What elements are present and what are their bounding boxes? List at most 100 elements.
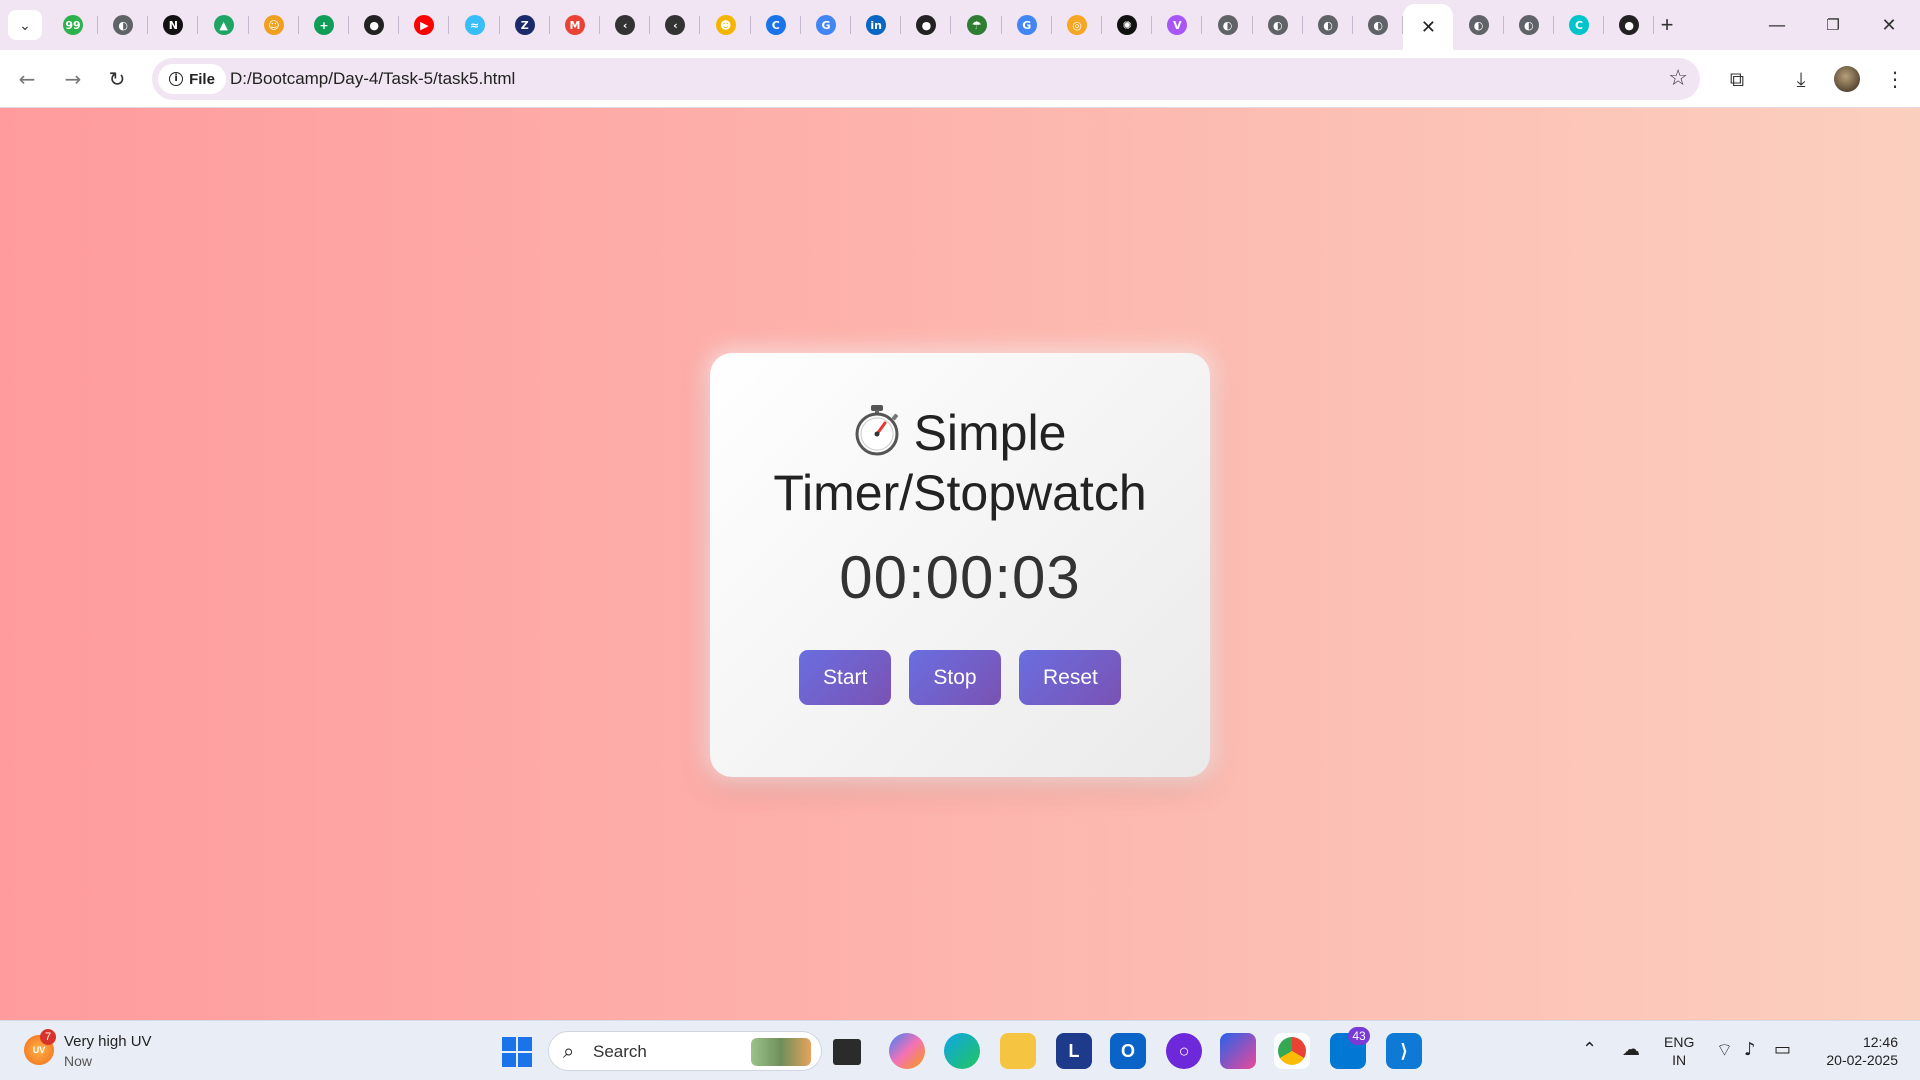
browser-tab[interactable]: in <box>851 6 902 44</box>
globe-icon: ◐ <box>1368 15 1389 35</box>
google-icon: G <box>816 15 836 35</box>
file-explorer-icon[interactable] <box>1000 1033 1036 1069</box>
browser-tab[interactable]: ● <box>1604 6 1655 44</box>
url-text[interactable]: D:/Bootcamp/Day-4/Task-5/task5.html <box>230 69 515 89</box>
cookie-icon: ◎ <box>1067 15 1087 35</box>
browser-tab[interactable]: ◐ <box>1303 6 1353 44</box>
browser-tab[interactable]: ‹ <box>650 6 701 44</box>
uv-badge: 7 <box>40 1029 56 1045</box>
canva-icon: C <box>1569 15 1589 35</box>
browser-tab[interactable]: ◐ <box>1203 6 1253 44</box>
tab-search-button[interactable]: ⌄ <box>8 10 42 40</box>
page-title: Simple Timer/Stopwatch <box>710 403 1210 523</box>
tailwind-icon: ≈ <box>464 15 485 35</box>
language-indicator[interactable]: ENG IN <box>1664 1033 1694 1069</box>
chevron-up-icon[interactable]: ⌃ <box>1582 1039 1597 1060</box>
browser-tab[interactable]: ≈ <box>450 6 500 44</box>
download-icon[interactable]: ⤓ <box>1786 64 1816 94</box>
reset-button[interactable]: Reset <box>1019 650 1121 705</box>
linkedin-icon: in <box>866 15 887 35</box>
task-view-icon[interactable] <box>833 1039 861 1065</box>
browser-tab[interactable]: G <box>801 6 851 44</box>
browser-tab[interactable]: ● <box>901 6 952 44</box>
cortana-icon[interactable]: ○ <box>1166 1033 1202 1069</box>
lang-bottom: IN <box>1672 1052 1687 1068</box>
tab-strip: ⌄ 99 ◐ N ▲ ☺ + ● ▶ ≈ Z M ‹ ‹ ☻ C Gin ● ☂ G ◎ ✺ V ◐ ◐ ◐ ◐ ✕ ◐ ◐ C ● + —… <box>0 0 1920 50</box>
system-clock[interactable]: 12:46 20-02-2025 <box>1818 1033 1898 1069</box>
browser-tab[interactable]: N <box>148 6 199 44</box>
start-button[interactable]: Start <box>799 650 891 705</box>
browser-tab[interactable]: ▲ <box>199 6 249 44</box>
close-window-button[interactable]: ✕ <box>1866 8 1912 42</box>
chrome-icon[interactable] <box>1274 1033 1310 1069</box>
search-highlight-image <box>751 1038 811 1066</box>
site-info-chip[interactable]: i File <box>158 64 226 94</box>
menu-kebab-icon[interactable]: ⋮ <box>1880 64 1910 94</box>
extensions-icon[interactable]: ⧉ <box>1722 64 1752 94</box>
profile-avatar[interactable] <box>1834 66 1860 92</box>
edge-icon[interactable] <box>944 1033 980 1069</box>
browser-tab[interactable]: ◐ <box>1504 6 1554 44</box>
browser-tab[interactable]: Z <box>500 6 550 44</box>
weather-subtitle: Now <box>64 1053 93 1069</box>
browser-tab[interactable]: ◐ <box>98 6 149 44</box>
back-button[interactable]: ← <box>12 64 42 94</box>
browser-tab[interactable]: 99 <box>48 6 98 44</box>
browser-tab[interactable]: ‹ <box>600 6 651 44</box>
onedrive-icon[interactable]: ☁ <box>1622 1039 1640 1060</box>
close-icon[interactable]: ✕ <box>1418 17 1438 38</box>
volume-icon[interactable]: ♪ <box>1744 1039 1756 1060</box>
search-icon: ⌕ <box>563 1039 575 1063</box>
vscode-icon[interactable]: ⟩ <box>1386 1033 1422 1069</box>
youtube-icon: ▶ <box>414 15 435 35</box>
clock-date: 20-02-2025 <box>1826 1052 1898 1068</box>
browser-tab[interactable]: ☻ <box>701 6 751 44</box>
browser-tab[interactable]: ◐ <box>1454 6 1504 44</box>
zeo-icon: Z <box>514 15 535 35</box>
github-icon: ● <box>916 15 937 35</box>
browser-tab[interactable]: ✺ <box>1102 6 1153 44</box>
wifi-icon[interactable]: ⌔ <box>1716 1039 1733 1062</box>
title-text: Simple Timer/Stopwatch <box>773 405 1147 521</box>
address-bar[interactable]: i File D:/Bootcamp/Day-4/Task-5/task5.ht… <box>152 58 1700 100</box>
notion-icon: N <box>163 15 184 35</box>
reload-button[interactable]: ↻ <box>102 64 132 94</box>
minimize-button[interactable]: — <box>1754 8 1800 42</box>
browser-tab[interactable]: ☺ <box>249 6 299 44</box>
windows-start-icon[interactable] <box>502 1037 532 1067</box>
browser-tab[interactable]: + <box>299 6 349 44</box>
new-tab-button[interactable]: + <box>1652 10 1682 40</box>
taskbar-search[interactable]: ⌕ Search <box>548 1031 822 1071</box>
forward-button[interactable]: → <box>58 64 88 94</box>
bookmark-star-icon[interactable]: ☆ <box>1668 66 1688 91</box>
github-icon: ● <box>364 15 385 35</box>
umbrella-icon: ☂ <box>966 15 987 35</box>
browser-tab[interactable]: ◐ <box>1253 6 1303 44</box>
browser-tab[interactable]: C <box>751 6 801 44</box>
l-app-icon[interactable]: L <box>1056 1033 1092 1069</box>
contacts-icon: ☻ <box>715 15 736 35</box>
github-icon: ● <box>1619 15 1640 35</box>
weather-title[interactable]: Very high UV <box>64 1033 152 1050</box>
battery-icon[interactable]: ▭ <box>1774 1039 1791 1060</box>
stop-button[interactable]: Stop <box>909 650 1001 705</box>
outlook-icon[interactable]: O <box>1110 1033 1146 1069</box>
browser-tab[interactable]: C <box>1554 6 1604 44</box>
browser-tab[interactable]: V <box>1152 6 1203 44</box>
m365-icon[interactable] <box>1220 1033 1256 1069</box>
google-drive-icon: ▲ <box>213 15 234 35</box>
active-tab[interactable]: ✕ <box>1403 4 1454 50</box>
restore-button[interactable]: ❐ <box>1810 8 1856 42</box>
browser-tab[interactable]: ▶ <box>399 6 450 44</box>
browser-tab[interactable]: ◎ <box>1052 6 1102 44</box>
copilot-icon[interactable] <box>889 1033 925 1069</box>
claude-icon: ‹ <box>615 15 636 35</box>
browser-tab[interactable]: ◐ <box>1353 6 1404 44</box>
browser-tab[interactable]: M <box>550 6 600 44</box>
browser-tab[interactable]: ☂ <box>952 6 1002 44</box>
globe-icon: ◐ <box>1267 15 1288 35</box>
button-row: Start Stop Reset <box>710 650 1210 705</box>
browser-tab[interactable]: G <box>1002 6 1052 44</box>
canva-icon: C <box>765 15 786 35</box>
browser-tab[interactable]: ● <box>349 6 400 44</box>
